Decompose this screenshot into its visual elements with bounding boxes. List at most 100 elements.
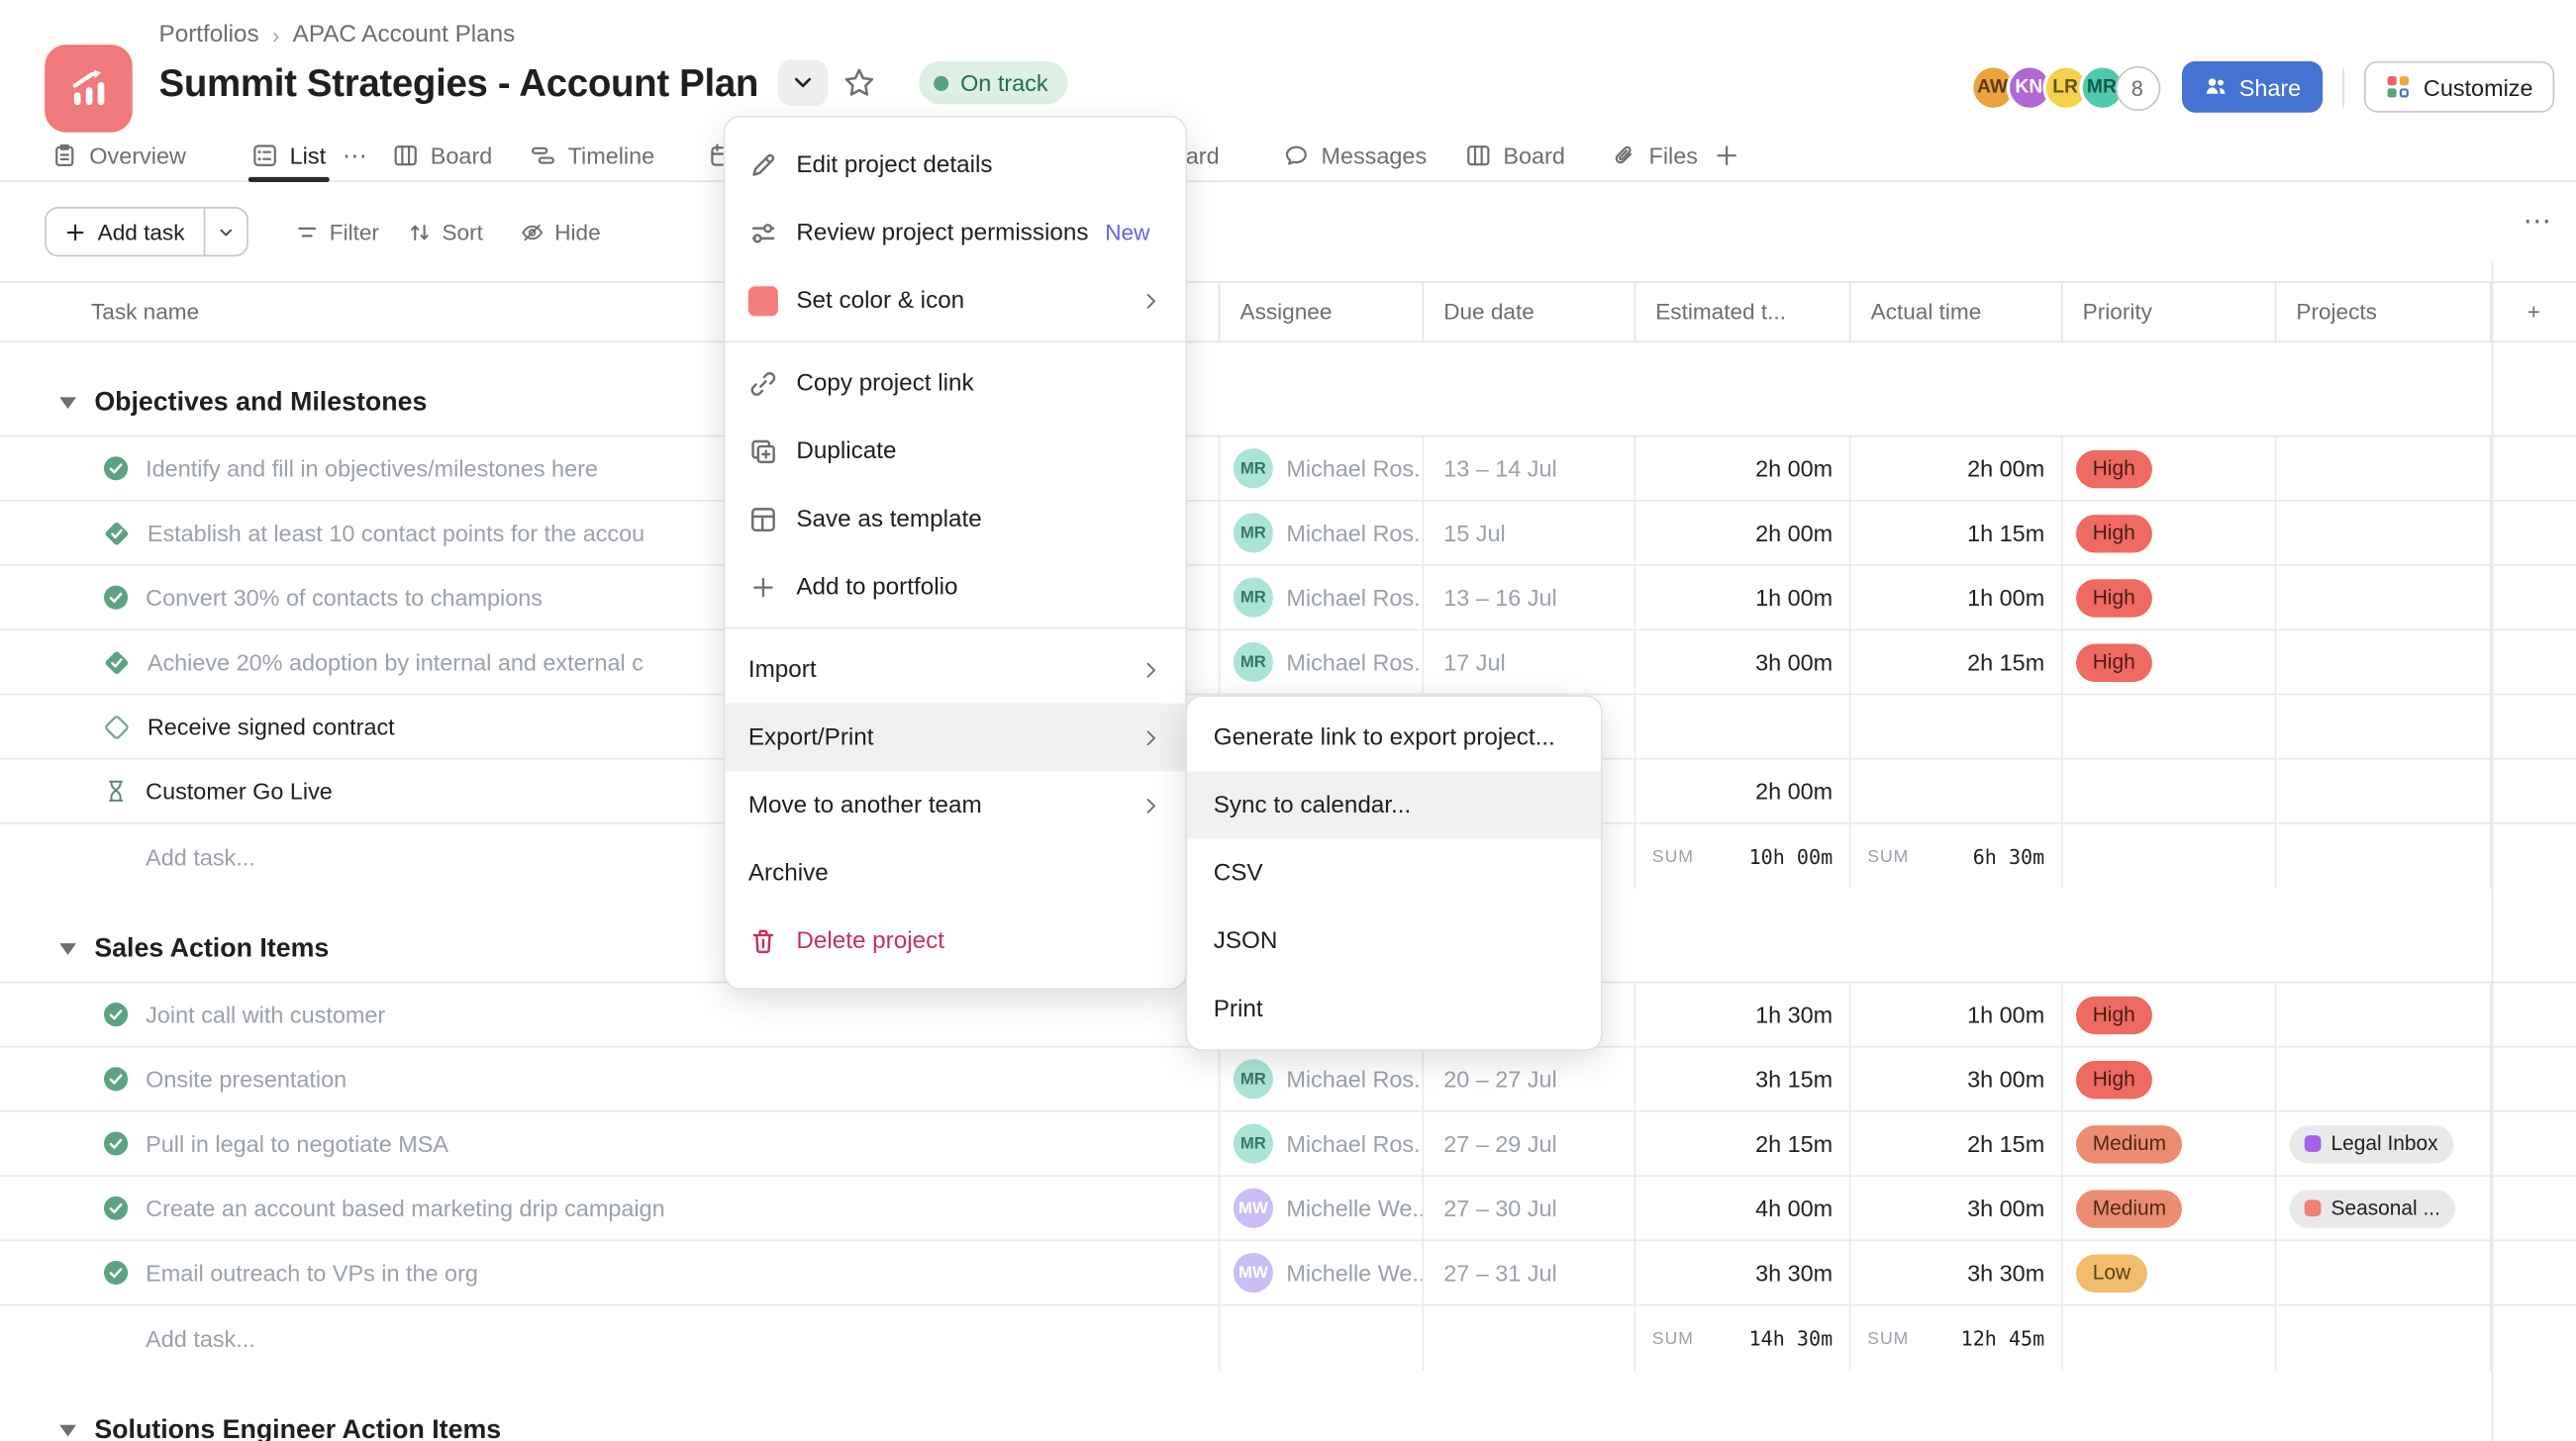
priority-cell[interactable]: High bbox=[2063, 983, 2277, 1046]
check-circle-icon[interactable] bbox=[103, 1195, 130, 1221]
due-date-cell[interactable]: 17 Jul bbox=[1424, 630, 1635, 694]
project-pill[interactable]: Legal Inbox bbox=[2290, 1124, 2453, 1162]
task-row[interactable]: Create an account based marketing drip c… bbox=[0, 1177, 2576, 1241]
due-date-cell[interactable]: 20 – 27 Jul bbox=[1424, 1048, 1635, 1111]
actual-time-cell[interactable]: 2h 15m bbox=[1851, 630, 2063, 694]
actual-time-cell[interactable]: 3h 00m bbox=[1851, 1048, 2063, 1111]
priority-cell[interactable]: High bbox=[2063, 1048, 2277, 1111]
task-row[interactable]: Email outreach to VPs in the orgMWMichel… bbox=[0, 1241, 2576, 1305]
task-row[interactable]: Establish at least 10 contact points for… bbox=[0, 502, 2576, 566]
priority-cell[interactable]: High bbox=[2063, 436, 2277, 500]
menu-item-add-to-portfolio[interactable]: Add to portfolio bbox=[725, 553, 1185, 622]
filter-button[interactable]: Filter bbox=[295, 207, 379, 256]
column-header[interactable]: Actual time bbox=[1851, 283, 2063, 341]
column-header[interactable]: Due date bbox=[1424, 283, 1635, 341]
add-task-dropdown-button[interactable] bbox=[203, 209, 246, 255]
estimated-time-cell[interactable]: 2h 00m bbox=[1635, 760, 1850, 823]
estimated-time-cell[interactable]: 2h 15m bbox=[1635, 1112, 1850, 1176]
task-name-cell[interactable]: Joint call with customer bbox=[0, 983, 1220, 1046]
check-circle-icon[interactable] bbox=[103, 1260, 130, 1287]
collapse-triangle-icon[interactable] bbox=[59, 1425, 76, 1437]
priority-cell[interactable]: Low bbox=[2063, 1241, 2277, 1304]
menu-item-copy-project-link[interactable]: Copy project link bbox=[725, 349, 1185, 418]
avatar-overflow-count[interactable]: 8 bbox=[2115, 65, 2159, 110]
estimated-time-cell[interactable]: 2h 00m bbox=[1635, 436, 1850, 500]
actual-time-cell[interactable]: 2h 00m bbox=[1851, 436, 2063, 500]
actual-time-cell[interactable]: 3h 00m bbox=[1851, 1177, 2063, 1240]
check-diamond-icon[interactable] bbox=[103, 648, 131, 676]
diamond-outline-icon[interactable] bbox=[103, 713, 131, 740]
projects-cell[interactable] bbox=[2276, 695, 2491, 758]
task-row[interactable]: Convert 30% of contacts to championsMRMi… bbox=[0, 566, 2576, 630]
estimated-time-cell[interactable]: 3h 00m bbox=[1635, 630, 1850, 694]
priority-cell[interactable]: High bbox=[2063, 502, 2277, 565]
tab-timeline[interactable]: Timeline bbox=[530, 129, 654, 182]
add-task-button[interactable]: Add task bbox=[47, 209, 203, 255]
menu-item-delete-project[interactable]: Delete project bbox=[725, 907, 1185, 975]
add-column-button[interactable]: + bbox=[2492, 283, 2576, 341]
due-date-cell[interactable]: 13 – 16 Jul bbox=[1424, 566, 1635, 629]
tab-board[interactable]: Board bbox=[392, 129, 492, 182]
projects-cell[interactable] bbox=[2276, 436, 2491, 500]
tab-files[interactable]: Files bbox=[1611, 129, 1698, 182]
estimated-time-cell[interactable]: 2h 00m bbox=[1635, 502, 1850, 565]
check-circle-icon[interactable] bbox=[103, 1002, 130, 1028]
section-header[interactable]: Solutions Engineer Action Items bbox=[0, 1398, 2576, 1441]
due-date-cell[interactable]: 27 – 31 Jul bbox=[1424, 1241, 1635, 1304]
section-header[interactable]: Objectives and Milestones bbox=[0, 371, 2576, 437]
collapse-triangle-icon[interactable] bbox=[59, 397, 76, 409]
projects-cell[interactable] bbox=[2276, 1048, 2491, 1111]
menu-item-set-color-icon[interactable]: Set color & icon bbox=[725, 266, 1185, 335]
actual-time-cell[interactable] bbox=[1851, 695, 2063, 758]
tab-overflow-icon[interactable]: ⋯ bbox=[343, 141, 369, 170]
actual-time-cell[interactable]: 1h 00m bbox=[1851, 566, 2063, 629]
menu-item-edit-project-details[interactable]: Edit project details bbox=[725, 131, 1185, 199]
submenu-item-json[interactable]: JSON bbox=[1187, 907, 1601, 975]
breadcrumb-portfolios[interactable]: Portfolios bbox=[159, 22, 259, 48]
assignee-cell[interactable]: MRMichael Ros... bbox=[1220, 1048, 1424, 1111]
task-name-cell[interactable]: Email outreach to VPs in the org bbox=[0, 1241, 1220, 1304]
priority-cell[interactable] bbox=[2063, 695, 2277, 758]
estimated-time-cell[interactable] bbox=[1635, 695, 1850, 758]
estimated-time-cell[interactable]: 3h 15m bbox=[1635, 1048, 1850, 1111]
tab-overview[interactable]: Overview bbox=[51, 129, 186, 182]
projects-cell[interactable] bbox=[2276, 760, 2491, 823]
menu-item-duplicate[interactable]: Duplicate bbox=[725, 417, 1185, 485]
task-name-cell[interactable]: Pull in legal to negotiate MSA bbox=[0, 1112, 1220, 1176]
column-header[interactable]: Assignee bbox=[1220, 283, 1424, 341]
check-circle-icon[interactable] bbox=[103, 584, 130, 611]
menu-item-import[interactable]: Import bbox=[725, 635, 1185, 704]
column-header[interactable]: Estimated t... bbox=[1635, 283, 1850, 341]
tab-board-2[interactable]: Board bbox=[1465, 129, 1565, 182]
priority-cell[interactable]: Medium bbox=[2063, 1112, 2277, 1176]
submenu-item-print[interactable]: Print bbox=[1187, 975, 1601, 1043]
tab-add-view[interactable] bbox=[1714, 129, 1740, 182]
assignee-cell[interactable]: MWMichelle We... bbox=[1220, 1241, 1424, 1304]
actual-time-cell[interactable]: 1h 00m bbox=[1851, 983, 2063, 1046]
menu-item-export-print[interactable]: Export/Print bbox=[725, 704, 1185, 772]
project-pill[interactable]: Seasonal ... bbox=[2290, 1190, 2455, 1227]
estimated-time-cell[interactable]: 1h 00m bbox=[1635, 566, 1850, 629]
assignee-cell[interactable]: MRMichael Ros... bbox=[1220, 502, 1424, 565]
check-circle-icon[interactable] bbox=[103, 1066, 130, 1093]
estimated-time-cell[interactable]: 3h 30m bbox=[1635, 1241, 1850, 1304]
menu-item-archive[interactable]: Archive bbox=[725, 839, 1185, 908]
task-row[interactable]: Identify and fill in objectives/mileston… bbox=[0, 436, 2576, 501]
tab-list[interactable]: List⋯ bbox=[251, 129, 368, 182]
submenu-item-sync-to-calendar[interactable]: Sync to calendar... bbox=[1187, 771, 1601, 839]
assignee-cell[interactable]: MWMichelle We... bbox=[1220, 1177, 1424, 1240]
assignee-cell[interactable]: MRMichael Ros... bbox=[1220, 436, 1424, 500]
projects-cell[interactable] bbox=[2276, 630, 2491, 694]
menu-item-save-as-template[interactable]: Save as template bbox=[725, 485, 1185, 553]
sort-button[interactable]: Sort bbox=[407, 207, 483, 256]
check-circle-icon[interactable] bbox=[103, 455, 130, 482]
breadcrumb-portfolio-name[interactable]: APAC Account Plans bbox=[293, 22, 516, 48]
priority-cell[interactable]: High bbox=[2063, 566, 2277, 629]
assignee-cell[interactable]: MRMichael Ros... bbox=[1220, 566, 1424, 629]
priority-cell[interactable] bbox=[2063, 760, 2277, 823]
priority-cell[interactable]: High bbox=[2063, 630, 2277, 694]
submenu-item-csv[interactable]: CSV bbox=[1187, 839, 1601, 908]
task-name-cell[interactable]: Onsite presentation bbox=[0, 1048, 1220, 1111]
column-header[interactable]: Priority bbox=[2063, 283, 2277, 341]
projects-cell[interactable]: Seasonal ... bbox=[2276, 1177, 2491, 1240]
